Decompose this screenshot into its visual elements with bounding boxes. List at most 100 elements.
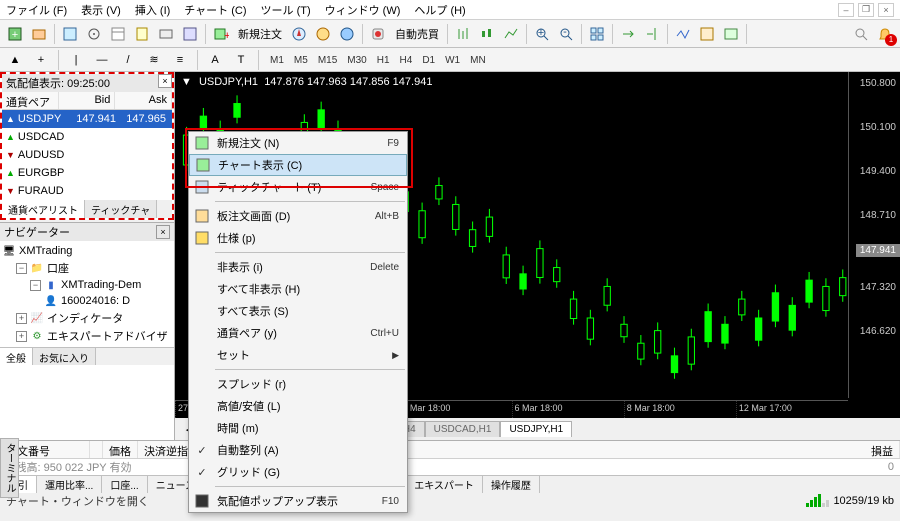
mw-col-bid[interactable]: Bid — [59, 92, 116, 109]
navigator-icon[interactable] — [131, 23, 153, 45]
navigator-close-icon[interactable]: × — [156, 225, 170, 239]
text-icon[interactable]: A — [204, 49, 226, 71]
label-icon[interactable]: T — [230, 49, 252, 71]
search-icon[interactable] — [850, 23, 872, 45]
market-watch-icon[interactable] — [59, 23, 81, 45]
timeframe-W1[interactable]: W1 — [440, 53, 465, 68]
compass-icon[interactable] — [288, 23, 310, 45]
ctx-item[interactable]: 仕様 (p) — [189, 227, 407, 249]
mw-tab-tick[interactable]: ティックチャ — [85, 200, 157, 218]
nav-tab-general[interactable]: 全般 — [0, 348, 33, 365]
new-chart-icon[interactable]: + — [4, 23, 26, 45]
tree-experts[interactable]: +⚙エキスパートアドバイザ — [2, 327, 172, 345]
shift-icon[interactable] — [641, 23, 663, 45]
target-icon[interactable] — [83, 23, 105, 45]
timeframe-M1[interactable]: M1 — [265, 53, 289, 68]
chart-tab[interactable]: USDCAD,H1 — [425, 421, 501, 437]
signals-icon[interactable] — [336, 23, 358, 45]
symbol-row-USDCAD[interactable]: ▲USDCAD — [2, 128, 172, 146]
ctx-item[interactable]: チャート表示 (C) — [189, 154, 407, 176]
new-order-icon[interactable]: + — [210, 23, 232, 45]
menu-help[interactable]: ヘルプ (H) — [414, 2, 465, 18]
ctx-item[interactable]: 時間 (m) — [189, 417, 407, 439]
zoom-out-icon[interactable]: - — [555, 23, 577, 45]
tree-server[interactable]: −▮XMTrading-Dem — [2, 277, 172, 293]
menu-file[interactable]: ファイル (F) — [6, 2, 67, 18]
menu-view[interactable]: 表示 (V) — [81, 2, 121, 18]
ctx-item[interactable]: 通貨ペア (y)Ctrl+U — [189, 322, 407, 344]
data-window-icon[interactable] — [107, 23, 129, 45]
timeframe-MN[interactable]: MN — [465, 53, 491, 68]
ctx-item[interactable]: 高値/安値 (L) — [189, 395, 407, 417]
expand-icon[interactable]: + — [16, 331, 27, 342]
notifications-icon[interactable]: 1 — [874, 23, 896, 45]
fibo-icon[interactable]: ≡ — [169, 49, 191, 71]
tree-account-number[interactable]: 👤160024016: D — [2, 293, 172, 309]
timeframe-H1[interactable]: H1 — [372, 53, 395, 68]
candle-chart-icon[interactable] — [476, 23, 498, 45]
menu-window[interactable]: ウィンドウ (W) — [325, 2, 401, 18]
periods-icon[interactable] — [696, 23, 718, 45]
new-order-label[interactable]: 新規注文 — [234, 26, 286, 42]
ctx-item[interactable]: すべて非表示 (H) — [189, 278, 407, 300]
terminal-tab[interactable]: 操作履歴 — [483, 476, 540, 493]
timeframe-M5[interactable]: M5 — [289, 53, 313, 68]
hline-icon[interactable]: — — [91, 49, 113, 71]
mw-tab-list[interactable]: 通貨ペアリスト — [2, 200, 85, 218]
ctx-item[interactable]: スプレッド (r) — [189, 373, 407, 395]
terminal-icon[interactable] — [155, 23, 177, 45]
terminal-tab[interactable]: 運用比率... — [37, 476, 102, 493]
ctx-item[interactable]: ✓グリッド (G) — [189, 461, 407, 483]
ctx-item[interactable]: すべて表示 (S) — [189, 300, 407, 322]
timeframe-M15[interactable]: M15 — [313, 53, 342, 68]
market-watch-close-icon[interactable]: × — [158, 74, 172, 88]
ctx-item[interactable]: ✓自動整列 (A) — [189, 439, 407, 461]
chart-tab[interactable]: USDJPY,H1 — [500, 421, 572, 437]
expand-icon[interactable]: + — [16, 313, 27, 324]
ctx-item[interactable]: 板注文画面 (D)Alt+B — [189, 205, 407, 227]
terminal-side-label[interactable]: ターミナル — [0, 438, 19, 498]
vline-icon[interactable]: | — [65, 49, 87, 71]
ctx-item[interactable]: 新規注文 (N)F9 — [189, 132, 407, 154]
menu-tools[interactable]: ツール (T) — [261, 2, 311, 18]
channel-icon[interactable]: ≋ — [143, 49, 165, 71]
scroll-icon[interactable] — [617, 23, 639, 45]
collapse-icon[interactable]: − — [30, 280, 41, 291]
trendline-icon[interactable]: / — [117, 49, 139, 71]
terminal-tab[interactable]: エキスパート — [406, 476, 483, 493]
timeframe-M30[interactable]: M30 — [342, 53, 371, 68]
ctx-item[interactable]: ティックチャート (T)Space — [189, 176, 407, 198]
line-chart-icon[interactable] — [500, 23, 522, 45]
term-col[interactable]: 損益 — [840, 441, 900, 458]
mw-col-ask[interactable]: Ask — [115, 92, 172, 109]
minimize-button[interactable]: – — [838, 3, 854, 17]
metaquotes-icon[interactable] — [312, 23, 334, 45]
tree-root[interactable]: 🖥XMTrading — [2, 243, 172, 259]
nav-tab-favorites[interactable]: お気に入り — [33, 348, 96, 365]
ctx-item[interactable]: 非表示 (i)Delete — [189, 256, 407, 278]
cursor-icon[interactable]: ▲ — [4, 49, 26, 71]
term-col[interactable] — [90, 441, 103, 458]
templates-icon[interactable] — [720, 23, 742, 45]
terminal-tab[interactable]: 口座... — [102, 476, 147, 493]
close-button[interactable]: × — [878, 3, 894, 17]
autotrading-icon[interactable] — [367, 23, 389, 45]
restore-button[interactable]: ❐ — [858, 3, 874, 17]
collapse-icon[interactable]: − — [16, 263, 27, 274]
symbol-row-EURGBP[interactable]: ▲EURGBP — [2, 164, 172, 182]
menu-insert[interactable]: 挿入 (I) — [135, 2, 170, 18]
auto-trade-label[interactable]: 自動売買 — [391, 26, 443, 42]
symbol-row-AUDUSD[interactable]: ▼AUDUSD — [2, 146, 172, 164]
tree-indicators[interactable]: +📈インディケータ — [2, 309, 172, 327]
bar-chart-icon[interactable] — [452, 23, 474, 45]
ctx-item[interactable]: セット▶ — [189, 344, 407, 366]
ctx-item[interactable]: 気配値ポップアップ表示F10 — [189, 490, 407, 512]
tile-icon[interactable] — [586, 23, 608, 45]
term-col[interactable]: 価格 — [103, 441, 138, 458]
timeframe-H4[interactable]: H4 — [395, 53, 418, 68]
symbol-row-FURAUD[interactable]: ▼FURAUD — [2, 182, 172, 200]
crosshair-icon[interactable]: + — [30, 49, 52, 71]
mw-col-pair[interactable]: 通貨ペア — [2, 92, 59, 109]
tester-icon[interactable] — [179, 23, 201, 45]
zoom-in-icon[interactable]: + — [531, 23, 553, 45]
